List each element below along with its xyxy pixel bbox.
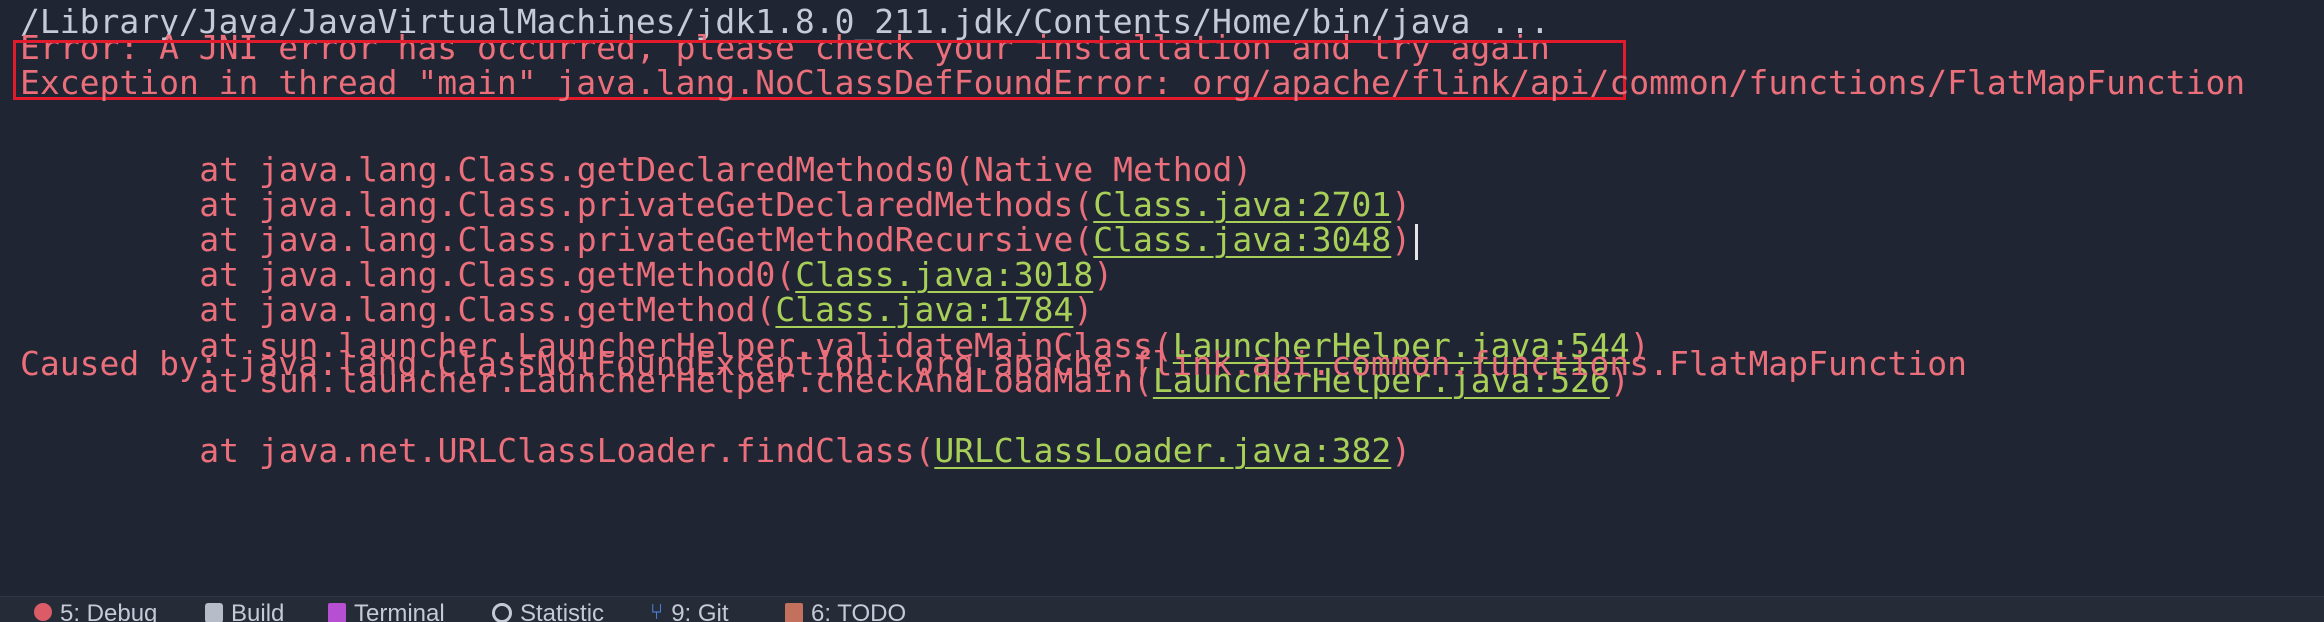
tool-window-bar: 5: Debug Build Terminal Statistic ⑂ 9: G… xyxy=(0,596,2324,622)
build-icon xyxy=(205,603,223,622)
stack-frame-suffix: ) xyxy=(1391,220,1412,259)
tool-window-git[interactable]: ⑂ 9: Git xyxy=(650,599,729,622)
tool-window-todo[interactable]: 6: TODO xyxy=(785,599,906,622)
tool-window-debug[interactable]: 5: Debug xyxy=(34,599,157,622)
tool-window-label: 6: TODO xyxy=(811,600,907,622)
tool-window-statistic[interactable]: Statistic xyxy=(492,599,604,622)
tool-window-label: 9: Git xyxy=(671,600,729,622)
tool-window-terminal[interactable]: Terminal xyxy=(328,599,445,622)
terminal-icon xyxy=(328,603,346,622)
ide-run-window: /Library/Java/JavaVirtualMachines/jdk1.8… xyxy=(0,0,2324,622)
stack-frame-partial: at java.net.URLClassLoader.findClass(URL… xyxy=(0,373,1411,470)
source-link[interactable]: Class.java:3048 xyxy=(1093,220,1391,259)
stack-frame-suffix: ) xyxy=(1391,431,1412,470)
tool-window-label: Statistic xyxy=(520,600,605,622)
run-console-output[interactable]: /Library/Java/JavaVirtualMachines/jdk1.8… xyxy=(0,0,2324,596)
debug-icon xyxy=(34,603,52,621)
stack-frame-text: at java.net.URLClassLoader.findClass( xyxy=(199,431,935,470)
tool-window-build[interactable]: Build xyxy=(205,599,284,622)
statistic-icon xyxy=(492,603,512,622)
tool-window-label: Build xyxy=(231,600,285,622)
tool-window-label: Terminal xyxy=(354,600,445,622)
source-link[interactable]: URLClassLoader.java:382 xyxy=(934,431,1391,470)
todo-icon xyxy=(785,603,803,622)
git-icon: ⑂ xyxy=(650,599,664,622)
tool-window-label: 5: Debug xyxy=(60,600,158,622)
text-cursor xyxy=(1415,223,1419,260)
